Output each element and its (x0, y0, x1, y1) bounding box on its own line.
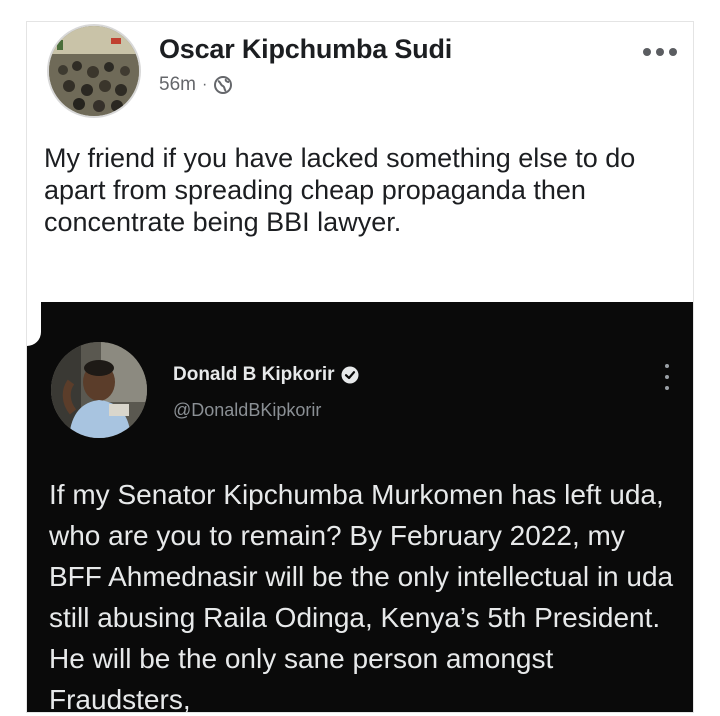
post-text: My friend if you have lacked something e… (44, 143, 636, 237)
tweet-text: If my Senator Kipchumba Murkomen has lef… (49, 479, 674, 712)
facebook-post-header: Oscar Kipchumba Sudi 56m · (27, 22, 693, 122)
tweet-corner-notch (27, 302, 41, 346)
tweet-display-name: Donald B Kipkorir (173, 364, 335, 385)
more-dot (643, 48, 651, 56)
post-time[interactable]: 56m (159, 74, 196, 96)
author-name[interactable]: Oscar Kipchumba Sudi (159, 34, 452, 65)
meta-separator: · (201, 76, 208, 93)
more-horizontal-icon[interactable] (643, 44, 677, 60)
verified-badge-icon (341, 366, 359, 384)
more-dot (665, 386, 669, 390)
post-screenshot-frame: Oscar Kipchumba Sudi 56m · My friend if … (27, 22, 693, 712)
tweet-handle[interactable]: @DonaldBKipkorir (173, 400, 321, 421)
more-dot (669, 48, 677, 56)
more-dot (665, 364, 669, 368)
more-dot (656, 48, 664, 56)
post-meta: 56m · (159, 74, 233, 96)
more-dot (665, 375, 669, 379)
globe-icon[interactable] (213, 75, 233, 95)
tweet-author-name[interactable]: Donald B Kipkorir (173, 364, 359, 386)
author-avatar[interactable] (49, 26, 139, 116)
embedded-tweet: Donald B Kipkorir @DonaldBKipkorir If my… (27, 302, 693, 712)
tweet-author-avatar[interactable] (51, 342, 147, 438)
more-vertical-icon[interactable] (665, 364, 671, 390)
